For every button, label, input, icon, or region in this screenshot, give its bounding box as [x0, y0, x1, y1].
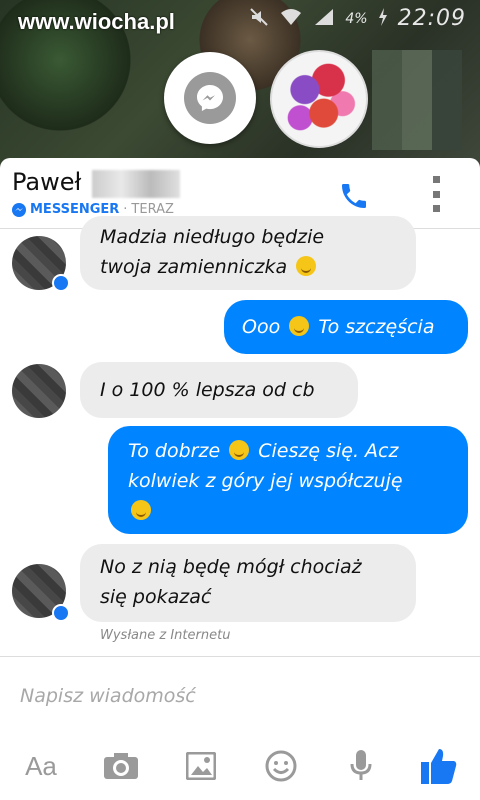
message-outgoing[interactable]: Ooo To szczęścia	[224, 300, 468, 354]
separator: ·	[123, 202, 128, 217]
smiley-emoji-icon	[289, 316, 310, 336]
battery-percent: 4%	[345, 10, 368, 27]
microphone-icon	[350, 750, 372, 780]
message-incoming[interactable]: Madzia niedługo będzie twoja zamienniczk…	[80, 216, 416, 290]
message-outgoing[interactable]: To dobrze Cieszę się. Acz kolwiek z góry…	[108, 426, 468, 534]
thumbs-up-icon	[421, 749, 457, 784]
grin-emoji-icon	[131, 500, 151, 520]
flowers-chat-head[interactable]	[270, 50, 368, 148]
composer: Aa	[0, 656, 480, 800]
last-active: TERAZ	[131, 202, 174, 217]
contact-avatar[interactable]	[12, 364, 66, 418]
battery-icon	[378, 7, 388, 31]
pixelated-chat-head[interactable]	[372, 50, 462, 150]
source-app: MESSENGER	[30, 202, 120, 217]
smiley-emoji-icon	[229, 440, 250, 460]
chat-card: Paweł MESSENGER · TERAZ Madzia niedługo …	[0, 158, 480, 800]
text-size-button[interactable]: Aa	[16, 741, 66, 791]
message-incoming[interactable]: I o 100 % lepsza od cb	[80, 362, 358, 418]
like-button[interactable]	[414, 741, 464, 791]
signal-icon	[313, 7, 335, 31]
message-incoming[interactable]: No z nią będę mógł chociaż się pokazać	[80, 544, 416, 622]
phone-icon	[342, 184, 366, 208]
messenger-chat-head[interactable]	[164, 52, 256, 144]
sticker-button[interactable]	[256, 741, 306, 791]
watermark: www.wiocha.pl	[18, 9, 175, 34]
camera-icon	[104, 753, 138, 779]
image-icon	[186, 752, 216, 780]
clock: 22:09	[397, 6, 466, 31]
more-options-button[interactable]	[426, 176, 446, 212]
messenger-badge-icon	[52, 274, 70, 292]
sent-via-label: Wysłane z Internetu	[100, 628, 231, 643]
composer-toolbar: Aa	[0, 741, 480, 791]
status-bar: www.wiocha.pl 4% 22:09	[0, 0, 480, 38]
voice-button[interactable]	[336, 741, 386, 791]
camera-button[interactable]	[96, 741, 146, 791]
wifi-icon	[279, 7, 303, 31]
contact-name: Paweł	[12, 168, 82, 196]
smiley-icon	[265, 750, 297, 782]
messenger-icon	[184, 72, 236, 124]
call-button[interactable]	[334, 176, 374, 216]
message-input[interactable]	[18, 679, 462, 713]
smiley-emoji-icon	[296, 256, 317, 276]
messenger-small-icon	[12, 202, 26, 217]
gallery-button[interactable]	[176, 741, 226, 791]
censored-surname	[92, 170, 180, 198]
mute-icon	[249, 7, 269, 31]
messenger-badge-icon	[52, 604, 70, 622]
